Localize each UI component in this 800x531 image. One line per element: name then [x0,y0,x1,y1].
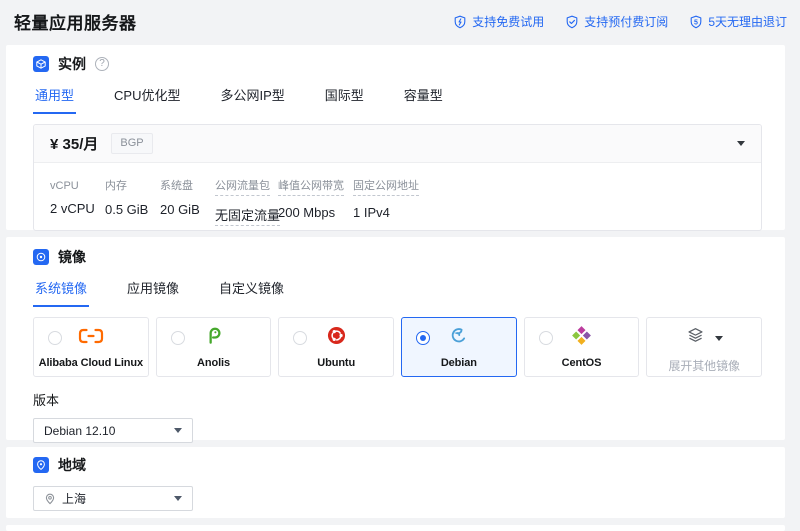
chevron-down-icon [174,496,182,501]
os-card-alibaba-cloud-linux[interactable]: Alibaba Cloud Linux [33,317,149,377]
spec-traffic-package: 公网流量包 无固定流量 [215,176,281,226]
image-icon [33,249,49,265]
plan-price: ¥ 35/月 [50,136,99,153]
page-title: 轻量应用服务器 [14,14,137,33]
tab-system-image[interactable]: 系统镜像 [33,278,90,307]
badge-label: 支持免费试用 [472,15,545,29]
os-options: Alibaba Cloud Linux Anolis Ubuntu Debian… [33,317,763,377]
plan-dropdown-header[interactable]: ¥ 35/月 BGP [34,125,761,163]
spec-peak-bandwidth: 峰值公网带宽 200 Mbps [278,176,353,224]
feature-badges: 支持免费试用 支持预付费订阅 5 5天无理由退订 [453,13,787,30]
debian-logo [449,326,468,350]
tab-app-image[interactable]: 应用镜像 [125,278,181,307]
radio-unchecked[interactable] [538,331,553,345]
os-card-debian[interactable]: Debian [401,317,517,377]
spec-label[interactable]: 公网流量包 [215,177,270,196]
instance-section-header: 实例 ? [33,55,762,73]
radio-unchecked[interactable] [48,331,62,345]
image-tabs: 系统镜像 应用镜像 自定义镜像 [33,278,762,307]
os-name: Anolis [197,357,231,369]
version-select[interactable]: Debian 12.10 [33,418,193,443]
plan-selector: ¥ 35/月 BGP vCPU 2 vCPU 内存 0.5 GiB 系统盘 20… [33,124,762,231]
badge-label: 支持预付费订阅 [584,15,669,29]
os-name: CentOS [561,357,602,369]
badge-label: 5天无理由退订 [708,15,787,29]
chevron-down-icon [174,428,182,433]
tab-cpu-optimized[interactable]: CPU优化型 [112,85,182,114]
os-card-centos[interactable]: CentOS [523,317,640,377]
svg-text:5: 5 [694,19,698,26]
spec-value: 20 GiB [160,202,200,217]
image-section-title: 镜像 [58,249,86,265]
spec-value: 200 Mbps [278,205,336,220]
ubuntu-logo [327,326,346,350]
tab-international[interactable]: 国际型 [323,85,366,114]
spec-label: 系统盘 [160,180,193,192]
os-card-anolis[interactable]: Anolis [155,317,272,377]
os-name: Debian [440,357,477,369]
spec-label[interactable]: 固定公网地址 [353,177,419,196]
location-pin-icon [44,493,56,505]
layers-icon [686,326,705,350]
region-value: 上海 [62,492,87,506]
spec-value: 2 vCPU [50,201,95,216]
badge-prepaid-subscription[interactable]: 支持预付费订阅 [565,13,668,30]
region-section-title: 地域 [58,457,86,473]
spec-vcpu: vCPU 2 vCPU [50,176,105,224]
chevron-down-icon [714,335,723,341]
anolis-logo [204,326,223,350]
version-value: Debian 12.10 [44,423,116,438]
shield-check-icon [565,15,579,29]
radio-unchecked[interactable] [293,331,308,345]
region-select[interactable]: 上海 [33,486,193,511]
os-name: Ubuntu [317,357,356,369]
badge-refund-5days[interactable]: 5 5天无理由退订 [689,13,787,30]
region-section: 地域 上海 [6,447,785,518]
spec-fixed-public-ip: 固定公网地址 1 IPv4 [353,176,433,224]
expand-other-images-button[interactable]: 展开其他镜像 [646,317,763,377]
tab-capacity[interactable]: 容量型 [402,85,445,114]
radio-unchecked[interactable] [170,331,185,345]
chevron-down-icon [737,141,745,146]
spec-label: vCPU [50,180,79,192]
badge-free-trial[interactable]: 支持免费试用 [453,13,544,30]
network-tag: BGP [111,133,153,154]
os-name: Alibaba Cloud Linux [38,357,144,369]
instance-section-title: 实例 [58,56,86,72]
os-card-ubuntu[interactable]: Ubuntu [278,317,395,377]
spec-value: 0.5 GiB [105,202,149,217]
help-icon[interactable]: ? [95,57,109,71]
spec-label: 内存 [105,180,127,192]
next-section-partial [6,525,785,531]
spec-label[interactable]: 峰值公网带宽 [278,177,344,196]
shield-5-icon: 5 [689,15,703,29]
spec-memory: 内存 0.5 GiB [105,176,160,224]
expander-label: 展开其他镜像 [668,359,740,373]
alibaba-cloud-linux-logo [78,328,104,349]
page-header: 轻量应用服务器 支持免费试用 支持预付费订阅 5 5天无理由退订 [0,0,800,45]
plan-specs: vCPU 2 vCPU 内存 0.5 GiB 系统盘 20 GiB 公网流量包 … [34,163,761,226]
version-label: 版本 [33,393,60,408]
instance-icon [33,56,49,72]
spec-value[interactable]: 无固定流量 [215,208,281,226]
image-section-header: 镜像 [33,248,762,266]
tab-multi-public-ip[interactable]: 多公网IP型 [218,85,286,114]
image-section: 镜像 系统镜像 应用镜像 自定义镜像 Alibaba Cloud Linux A… [6,237,785,443]
tab-custom-image[interactable]: 自定义镜像 [217,278,286,307]
instance-section: 实例 ? 通用型 CPU优化型 多公网IP型 国际型 容量型 ¥ 35/月 BG… [6,45,785,231]
region-section-header: 地域 [33,456,762,474]
region-icon [33,457,49,473]
centos-logo [572,326,591,350]
spec-system-disk: 系统盘 20 GiB [160,176,215,224]
spec-value: 1 IPv4 [353,205,390,220]
instance-type-tabs: 通用型 CPU优化型 多公网IP型 国际型 容量型 [33,85,762,114]
shield-lightning-icon [453,15,467,29]
radio-checked[interactable] [416,331,431,345]
tab-general[interactable]: 通用型 [33,85,77,114]
